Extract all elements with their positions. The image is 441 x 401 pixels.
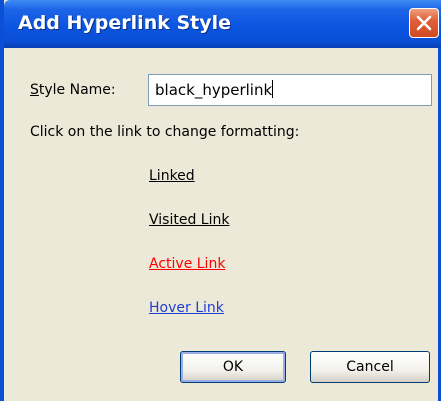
style-name-label: Style Name: xyxy=(30,82,116,98)
ok-button[interactable]: OK xyxy=(180,351,286,383)
visited-link[interactable]: Visited Link xyxy=(149,212,229,228)
active-link[interactable]: Active Link xyxy=(149,256,225,272)
cancel-button[interactable]: Cancel xyxy=(310,351,430,383)
instruction-text: Click on the link to change formatting: xyxy=(30,124,300,140)
dialog-title: Add Hyperlink Style xyxy=(18,12,232,34)
linked-link[interactable]: Linked xyxy=(149,168,195,184)
text-caret xyxy=(272,80,274,98)
dialog-window: Add Hyperlink Style Style Name: black_hy… xyxy=(0,0,441,401)
style-name-input[interactable]: black_hyperlink xyxy=(148,74,432,106)
close-button[interactable] xyxy=(409,8,439,38)
title-bar[interactable]: Add Hyperlink Style xyxy=(4,0,441,48)
hover-link[interactable]: Hover Link xyxy=(149,300,224,316)
